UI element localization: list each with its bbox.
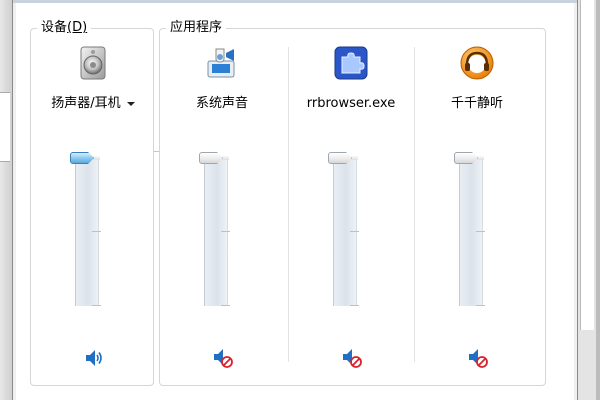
app-volume-slider[interactable] bbox=[454, 146, 495, 311]
slider-tick-mid bbox=[92, 231, 101, 232]
app-channel-system-sounds: 系统声音 bbox=[160, 29, 284, 385]
device-name-label: 扬声器/耳机 bbox=[51, 96, 121, 111]
app-name-label: rrbrowser.exe bbox=[306, 96, 396, 111]
speaker-muted-icon bbox=[469, 349, 488, 368]
applications-group: 应用程序 系统声音 rrbrowser.exe 千千静听 bbox=[159, 19, 546, 386]
device-channel-speakers: 扬声器/耳机 bbox=[31, 29, 155, 385]
app-volume-slider[interactable] bbox=[328, 146, 369, 311]
speaker-device-icon[interactable] bbox=[75, 45, 111, 81]
mixer-content: 设备(D) 扬声器/耳机 应用程序 系统声音 rrbrowser.exe 千千静… bbox=[16, 3, 574, 400]
mute-toggle-button[interactable] bbox=[83, 347, 105, 369]
slider-tick-bottom bbox=[92, 305, 101, 306]
app-name-label: 千千静听 bbox=[450, 96, 503, 111]
background-window-edge bbox=[596, 0, 600, 400]
slider-tick-mid bbox=[476, 231, 485, 232]
app-channel-ttplayer: 千千静听 bbox=[415, 29, 539, 385]
app-volume-slider[interactable] bbox=[199, 146, 240, 311]
speaker-muted-icon bbox=[214, 349, 233, 368]
app-channel-rrbrowser: rrbrowser.exe bbox=[289, 29, 413, 385]
slider-tick-mid bbox=[221, 231, 230, 232]
background-window-right bbox=[578, 0, 600, 400]
device-volume-slider[interactable] bbox=[70, 146, 111, 311]
mute-toggle-button[interactable] bbox=[467, 347, 489, 369]
mute-toggle-button[interactable] bbox=[212, 347, 234, 369]
slider-tick-bottom bbox=[221, 305, 230, 306]
headphone-app-icon[interactable] bbox=[459, 45, 495, 81]
chevron-down-icon bbox=[126, 101, 135, 106]
slider-tick-bottom bbox=[350, 305, 359, 306]
slider-tick-bottom bbox=[476, 305, 485, 306]
system-sounds-icon[interactable] bbox=[204, 45, 240, 81]
speaker-on-icon bbox=[86, 350, 102, 366]
background-window-left bbox=[0, 0, 12, 400]
app-name-label: 系统声音 bbox=[195, 96, 248, 111]
devices-group: 设备(D) 扬声器/耳机 bbox=[30, 19, 155, 386]
puzzle-app-icon[interactable] bbox=[333, 45, 369, 81]
speaker-muted-icon bbox=[343, 349, 362, 368]
volume-mixer-window: 设备(D) 扬声器/耳机 应用程序 系统声音 rrbrowser.exe 千千静… bbox=[12, 0, 578, 400]
slider-tick-mid bbox=[350, 231, 359, 232]
background-window-strip bbox=[0, 92, 10, 162]
background-window-pane bbox=[580, 0, 594, 330]
device-selector-dropdown[interactable]: 扬声器/耳机 bbox=[31, 95, 155, 113]
mute-toggle-button[interactable] bbox=[341, 347, 363, 369]
